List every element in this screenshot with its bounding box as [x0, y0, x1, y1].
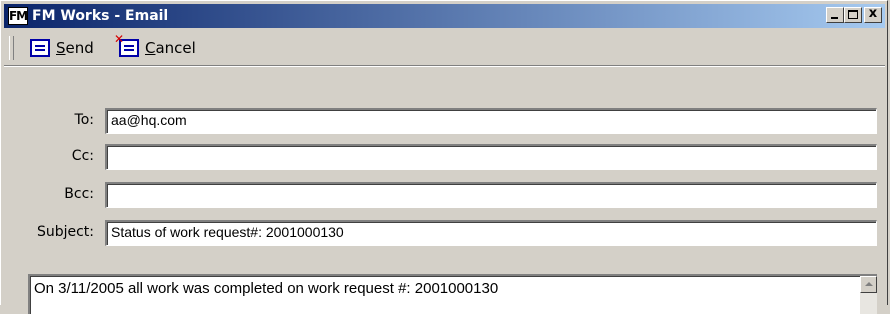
bcc-label: Bcc:	[64, 186, 94, 202]
send-label: Send	[56, 39, 94, 57]
cancel-icon	[114, 32, 139, 57]
window-controls: x	[826, 6, 882, 23]
vertical-scrollbar[interactable]	[860, 276, 877, 314]
to-label: To:	[74, 112, 94, 128]
subject-label: Subject:	[36, 224, 94, 240]
window-title: FM Works - Email	[32, 8, 169, 24]
cc-label: Cc:	[71, 148, 94, 164]
toolbar: Send Cancel	[4, 31, 885, 66]
cancel-button[interactable]: Cancel	[114, 32, 196, 58]
send-button[interactable]: Send	[30, 38, 94, 58]
scroll-up-button[interactable]	[860, 276, 877, 293]
subject-row: Subject: Status of work request#: 200100…	[1, 220, 889, 246]
message-body[interactable]: On 3/11/2005 all work was completed on w…	[28, 274, 877, 314]
cancel-label: Cancel	[145, 39, 196, 57]
to-field[interactable]: aa@hq.com	[105, 108, 877, 134]
message-body-text: On 3/11/2005 all work was completed on w…	[34, 280, 499, 297]
maximize-icon	[848, 10, 858, 19]
minimize-icon	[831, 17, 838, 19]
title-bar[interactable]: FM FM Works - Email x	[4, 4, 885, 28]
subject-field[interactable]: Status of work request#: 2001000130	[105, 220, 877, 246]
maximize-button[interactable]	[844, 7, 862, 23]
bcc-field[interactable]	[105, 182, 877, 208]
close-icon: x	[868, 6, 878, 21]
send-icon	[30, 39, 50, 57]
toolbar-grip[interactable]	[9, 36, 14, 60]
email-window: FM FM Works - Email x Send Cancel To: aa…	[0, 0, 889, 314]
app-logo-icon[interactable]: FM	[8, 7, 28, 25]
cc-field[interactable]	[105, 144, 877, 170]
cc-row: Cc:	[1, 144, 889, 170]
close-button[interactable]: x	[864, 6, 882, 23]
to-row: To: aa@hq.com	[1, 108, 889, 134]
bcc-row: Bcc:	[1, 182, 889, 208]
minimize-button[interactable]	[826, 7, 844, 23]
